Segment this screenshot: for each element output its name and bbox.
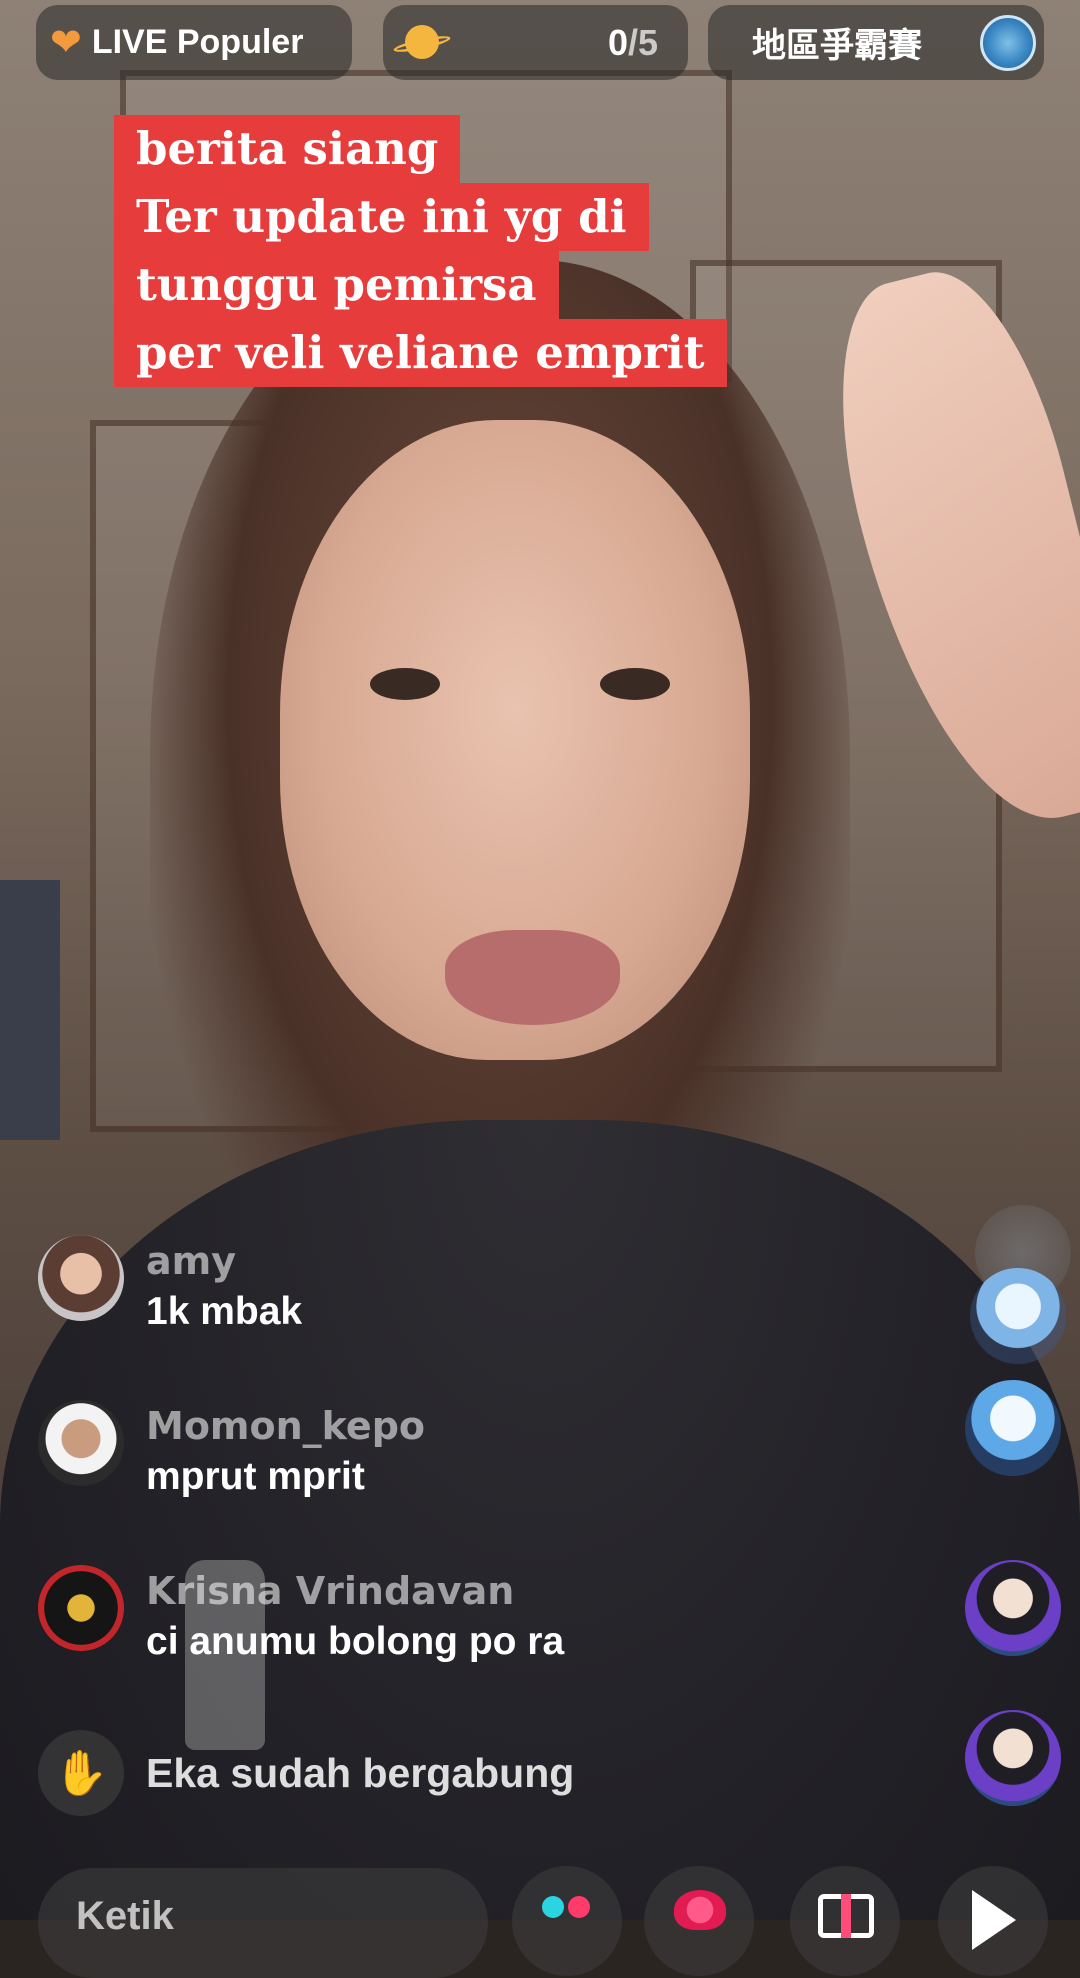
goal-progress-button[interactable]: 0/5	[383, 5, 688, 80]
share-button[interactable]	[938, 1866, 1048, 1976]
gift-button[interactable]	[790, 1866, 900, 1976]
avatar[interactable]	[38, 1400, 124, 1486]
live-popular-label: LIVE Populer	[91, 23, 304, 61]
gift-icon	[818, 1894, 874, 1938]
sticker-effect	[965, 1710, 1061, 1806]
comment-username[interactable]: Krisna Vrindavan	[146, 1567, 564, 1615]
streamer-eye-right	[600, 668, 670, 700]
goal-counter: 0/5	[608, 22, 658, 64]
region-battle-label: 地區爭霸賽	[752, 27, 922, 65]
comment-input[interactable]: Ketik	[38, 1868, 488, 1978]
caption-overlay: berita siang Ter update ini yg di tunggu…	[114, 115, 727, 387]
comment-body: Momon_kepo mprut mprit	[146, 1400, 425, 1504]
comment-username[interactable]: Momon_kepo	[146, 1402, 425, 1450]
bookshelf	[0, 880, 60, 1140]
comment-message: ci anumu bolong po ra	[146, 1620, 565, 1663]
streamer-eye-left	[370, 668, 440, 700]
comment-message: mprut mprit	[146, 1455, 365, 1498]
heart-icon: ❤	[50, 22, 82, 64]
rose-icon	[674, 1890, 726, 1930]
planet-icon	[393, 21, 449, 65]
avatar[interactable]	[38, 1565, 124, 1651]
comment-body: Krisna Vrindavan ci anumu bolong po ra	[146, 1565, 564, 1669]
streamer-mouth	[445, 930, 620, 1025]
sticker-effect	[965, 1560, 1061, 1656]
wave-hand-icon: ✋	[38, 1730, 124, 1816]
goal-total: /5	[627, 21, 658, 63]
chat-comment[interactable]: Momon_kepo mprut mprit	[38, 1400, 758, 1565]
caption-line: tunggu pemirsa	[114, 251, 559, 319]
comment-username[interactable]: amy	[146, 1237, 302, 1285]
dots-icon	[542, 1896, 594, 1923]
caption-line: berita siang	[114, 115, 461, 183]
live-popular-button[interactable]: ❤ LIVE Populer	[36, 5, 352, 80]
goal-count: 0	[607, 21, 628, 63]
comment-body: amy 1k mbak	[146, 1235, 302, 1339]
chat-comment[interactable]: amy 1k mbak	[38, 1235, 758, 1400]
region-badge-icon	[980, 14, 1036, 71]
avatar[interactable]	[38, 1235, 124, 1321]
chat-comments: amy 1k mbak Momon_kepo mprut mprit Krisn…	[38, 1235, 758, 1840]
sticker-effect	[970, 1268, 1066, 1364]
join-notice: ✋ Eka sudah bergabung	[38, 1730, 758, 1840]
sticker-effect	[965, 1380, 1061, 1476]
comment-message: 1k mbak	[146, 1290, 303, 1333]
effects-button[interactable]	[512, 1866, 622, 1976]
rose-gift-button[interactable]	[644, 1866, 754, 1976]
region-battle-button[interactable]: 地區爭霸賽	[708, 5, 1044, 80]
share-arrow-icon	[972, 1890, 1016, 1950]
join-message: Eka sudah bergabung	[146, 1750, 575, 1796]
comment-input-placeholder: Ketik	[76, 1894, 174, 1938]
caption-line: per veli veliane emprit	[114, 319, 727, 387]
caption-line: Ter update ini yg di	[114, 183, 649, 251]
chat-comment[interactable]: Krisna Vrindavan ci anumu bolong po ra	[38, 1565, 758, 1730]
